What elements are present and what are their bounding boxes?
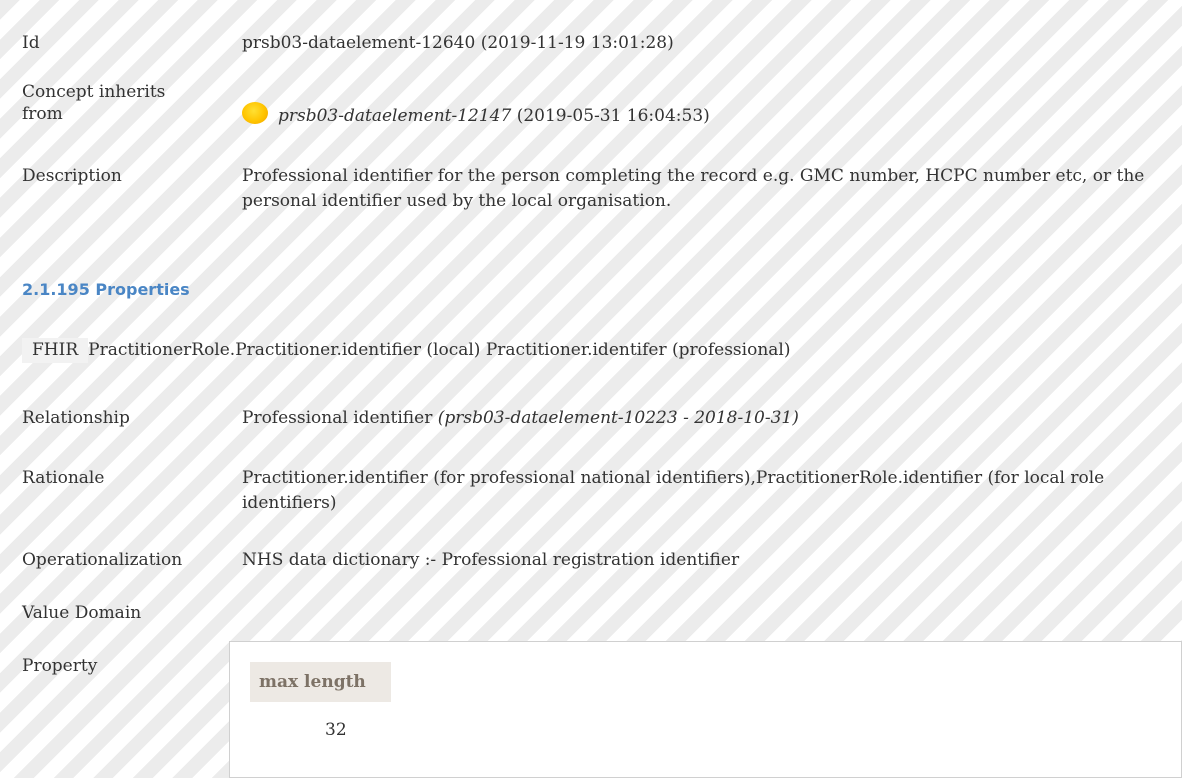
section-heading: 2.1.195 Properties — [22, 280, 190, 299]
id-label: Id — [22, 33, 40, 53]
max-length-header: max length — [250, 662, 391, 702]
property-table: max length 32 — [229, 641, 1182, 778]
concept-label: Concept inherits from — [22, 82, 166, 124]
relationship-label: Relationship — [22, 408, 130, 428]
concept-date: (2019-05-31 16:04:53) — [511, 106, 710, 126]
property-label: Property — [22, 656, 98, 676]
operationalization-text: NHS data dictionary :- Professional regi… — [242, 550, 740, 570]
relationship-ref[interactable]: (prsb03-dataelement-10223 - 2018-10-31) — [438, 408, 799, 428]
rationale-text: Practitioner.identifier (for professiona… — [242, 468, 1105, 513]
value-domain-label: Value Domain — [22, 603, 142, 623]
fhir-value: PractitionerRole.Practitioner.identifier… — [88, 340, 791, 360]
relationship-value: Professional identifier (prsb03-dataelem… — [242, 406, 1172, 431]
max-length-value: 32 — [325, 720, 347, 740]
yellow-circle-icon — [242, 102, 268, 124]
description-label: Description — [22, 166, 122, 186]
id-value: prsb03-dataelement-12640 (2019-11-19 13:… — [242, 33, 674, 53]
concept-value: prsb03-dataelement-12147 (2019-05-31 16:… — [242, 102, 1172, 129]
rationale-label: Rationale — [22, 468, 105, 488]
relationship-text: Professional identifier — [242, 408, 438, 428]
concept-link[interactable]: prsb03-dataelement-12147 — [278, 106, 511, 126]
fhir-row: FHIR PractitionerRole.Practitioner.identi… — [22, 338, 790, 363]
operationalization-label: Operationalization — [22, 550, 183, 570]
description-text: Professional identifier for the person c… — [242, 166, 1145, 211]
fhir-badge: FHIR — [22, 338, 89, 363]
